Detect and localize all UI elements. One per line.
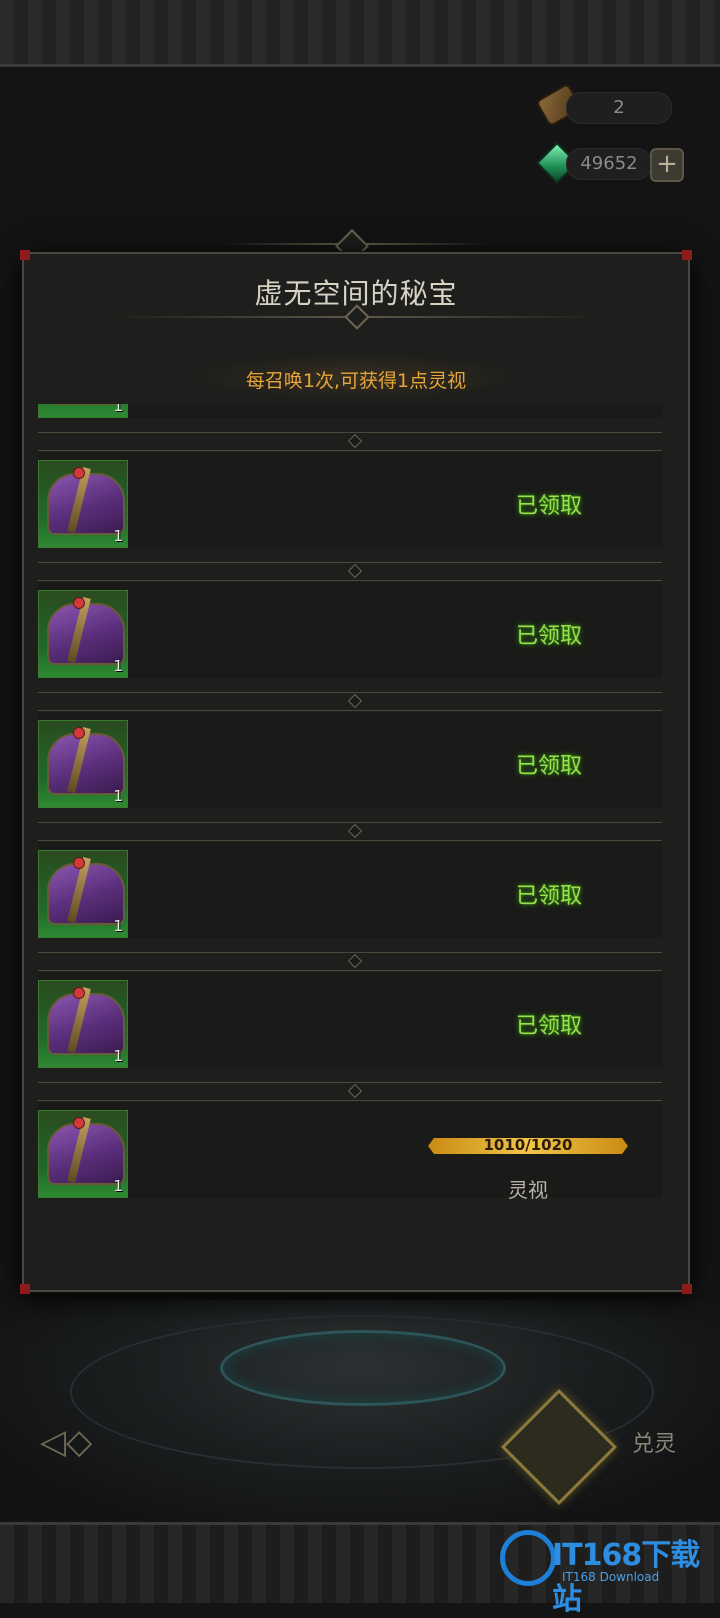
divider-line bbox=[38, 692, 662, 693]
divider-line bbox=[38, 840, 662, 841]
divider-tick bbox=[347, 563, 363, 579]
divider-tick bbox=[347, 693, 363, 709]
claimed-status: 已领取 bbox=[516, 1014, 583, 1039]
floor-ring-glow bbox=[220, 1330, 506, 1406]
top-decor-band bbox=[0, 0, 720, 67]
chest-gem bbox=[73, 1117, 85, 1129]
corner-ornament bbox=[20, 250, 30, 260]
divider-line bbox=[38, 710, 662, 711]
row-divider bbox=[38, 690, 662, 712]
chest-count: 1 bbox=[113, 917, 123, 935]
divider-line bbox=[38, 562, 662, 563]
divider-line bbox=[38, 432, 662, 433]
insight-progress-text: 1010/1020 bbox=[483, 1136, 573, 1154]
corner-ornament bbox=[682, 250, 692, 260]
divider-line bbox=[38, 952, 662, 953]
watermark-logo: IT168下载站 IT168 Download bbox=[500, 1526, 714, 1617]
chest-gem bbox=[73, 987, 85, 999]
add-gem-button[interactable]: + bbox=[650, 148, 684, 182]
chest-count: 1 bbox=[113, 787, 123, 805]
treasure-chest-icon[interactable]: 1 bbox=[38, 720, 128, 808]
claimed-status: 已领取 bbox=[516, 494, 583, 519]
reward-row[interactable]: 1 已领取 bbox=[38, 582, 662, 678]
treasure-chest-icon[interactable]: 1 bbox=[38, 1110, 128, 1198]
gem-count: 49652 bbox=[566, 148, 652, 180]
chest-count: 1 bbox=[113, 657, 123, 675]
treasure-chest-icon[interactable]: 1 bbox=[38, 590, 128, 678]
row-divider bbox=[38, 1080, 662, 1102]
divider-tick bbox=[347, 433, 363, 449]
divider-line bbox=[38, 822, 662, 823]
scroll-count: 2 bbox=[566, 92, 672, 124]
row-divider bbox=[38, 560, 662, 582]
chest-count: 1 bbox=[113, 527, 123, 545]
insight-label: 灵视 bbox=[508, 1178, 548, 1202]
chest-gem bbox=[73, 597, 85, 609]
panel-subtitle: 每召唤1次,可获得1点灵视 bbox=[245, 370, 467, 392]
reward-row[interactable]: 1 已领取 bbox=[38, 452, 662, 548]
watermark-mark-icon bbox=[500, 1530, 556, 1586]
corner-ornament bbox=[20, 1284, 30, 1294]
reward-row[interactable]: 1 已领取 bbox=[38, 972, 662, 1068]
reward-row[interactable]: 1已领取 bbox=[38, 404, 662, 418]
reward-row[interactable]: 1 已领取 bbox=[38, 842, 662, 938]
redeem-label[interactable]: 兑灵 bbox=[632, 1426, 676, 1458]
watermark-sub: IT168 Download bbox=[562, 1570, 660, 1584]
treasure-chest-icon[interactable]: 1 bbox=[38, 980, 128, 1068]
treasure-chest-icon[interactable]: 1 bbox=[38, 850, 128, 938]
chest-gem bbox=[73, 727, 85, 739]
chest-gem bbox=[73, 467, 85, 479]
treasure-chest-icon[interactable]: 1 bbox=[38, 404, 128, 418]
row-divider bbox=[38, 820, 662, 842]
corner-ornament bbox=[682, 1284, 692, 1294]
chest-count: 1 bbox=[113, 404, 123, 415]
divider-line bbox=[38, 450, 662, 451]
back-arrow-icon[interactable]: ◁◇ bbox=[40, 1425, 110, 1459]
claimed-status: 已领取 bbox=[516, 754, 583, 779]
divider-line bbox=[38, 1082, 662, 1083]
divider-line bbox=[38, 1100, 662, 1101]
reward-list[interactable]: 1已领取1已领取1已领取1已领取1已领取1已领取11010/1020灵视 bbox=[38, 404, 662, 1236]
row-divider bbox=[38, 950, 662, 972]
divider-tick bbox=[347, 953, 363, 969]
row-divider bbox=[38, 430, 662, 452]
chest-count: 1 bbox=[113, 1047, 123, 1065]
reward-row[interactable]: 1 已领取 bbox=[38, 712, 662, 808]
chest-count: 1 bbox=[113, 1177, 123, 1195]
divider-line bbox=[38, 580, 662, 581]
divider-tick bbox=[347, 823, 363, 839]
chest-gem bbox=[73, 857, 85, 869]
divider-tick bbox=[347, 1083, 363, 1099]
treasure-chest-icon[interactable]: 1 bbox=[38, 460, 128, 548]
claimed-status: 已领取 bbox=[516, 884, 583, 909]
claimed-status: 已领取 bbox=[516, 624, 583, 649]
divider-line bbox=[38, 970, 662, 971]
reward-row[interactable]: 1 1010/1020 灵视 bbox=[38, 1102, 662, 1202]
